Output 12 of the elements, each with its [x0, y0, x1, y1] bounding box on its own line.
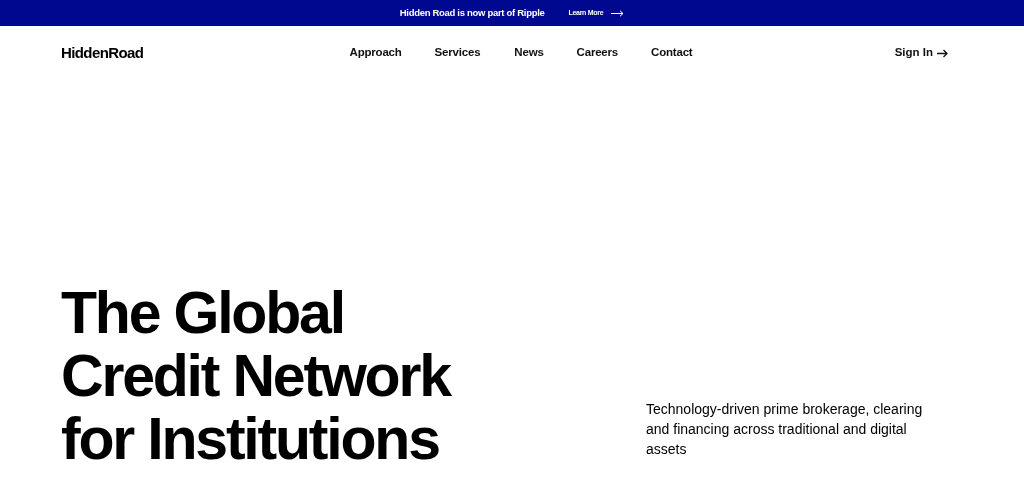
arrow-right-icon: [611, 9, 625, 17]
nav-link[interactable]: News: [514, 44, 544, 62]
announcement-text: Hidden Road is now part of Ripple: [399, 5, 545, 20]
hero-subtitle: Technology-driven prime brokerage, clearing and financing across traditional and digital assets: [646, 400, 924, 459]
arrow-right-icon: [937, 48, 948, 58]
logo[interactable]: HiddenRoad: [61, 41, 261, 65]
nav-link[interactable]: Contact: [651, 44, 693, 62]
nav-link[interactable]: Services: [434, 44, 481, 62]
hero-headline: The Global Credit Network for Institutions: [61, 282, 450, 471]
nav-link[interactable]: Approach: [349, 44, 402, 62]
nav-link[interactable]: Careers: [576, 44, 619, 62]
sign-in-link[interactable]: Sign In: [748, 44, 948, 62]
